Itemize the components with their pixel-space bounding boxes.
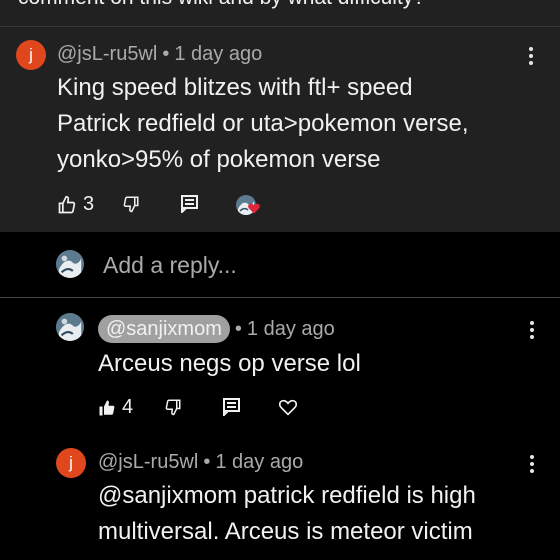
- timestamp: 1 day ago: [246, 318, 335, 340]
- author-name[interactable]: @jsL-ru5wl: [98, 451, 198, 473]
- comment-line: King speed blitzes with ftl+ speed: [57, 74, 413, 101]
- comment-thread-top: comment on this wiki and by what difficu…: [0, 0, 560, 232]
- thumbs-up-icon: [58, 195, 76, 213]
- avatar-wave-icon: [56, 250, 84, 278]
- reply-button[interactable]: [223, 398, 240, 416]
- comment-text: Arceus negs op verse lol: [98, 346, 361, 382]
- reply-icon: [181, 195, 198, 213]
- like-count: 3: [83, 193, 95, 215]
- comment-text: King speed blitzes with ftl+ speed Patri…: [57, 70, 469, 178]
- previous-comment-text: comment on this wiki and by what difficu…: [18, 0, 425, 10]
- heart-button[interactable]: [278, 398, 298, 416]
- comment-line: Patrick redfield or uta>pokemon verse,: [57, 110, 469, 137]
- divider: [0, 26, 560, 27]
- author-name-chip[interactable]: @sanjixmom: [98, 315, 230, 343]
- avatar[interactable]: j: [56, 448, 86, 478]
- more-vert-icon[interactable]: [530, 455, 536, 476]
- separator: •: [203, 451, 211, 473]
- avatar[interactable]: j: [16, 40, 46, 70]
- separator: •: [234, 318, 242, 340]
- comment-meta: @jsL-ru5wl • 1 day ago: [57, 43, 262, 66]
- more-vert-icon[interactable]: [530, 321, 536, 342]
- heart-badge-icon: [248, 203, 260, 214]
- heart-icon: [278, 399, 298, 416]
- comment-line: @sanjixmom patrick redfield is high: [98, 482, 476, 509]
- thumbs-down-icon: [165, 399, 181, 416]
- dislike-button[interactable]: [164, 398, 182, 416]
- reply-icon: [223, 398, 240, 416]
- comment-meta: @sanjixmom • 1 day ago: [98, 315, 335, 343]
- like-count: 4: [122, 396, 134, 418]
- dislike-button[interactable]: [122, 195, 140, 213]
- author-name[interactable]: @jsL-ru5wl: [57, 43, 157, 65]
- reply-input[interactable]: Add a reply...: [103, 252, 237, 279]
- comment-text: @sanjixmom patrick redfield is high mult…: [98, 478, 476, 550]
- comment-meta: @jsL-ru5wl • 1 day ago: [98, 451, 303, 474]
- comment-line: multiversal. Arceus is meteor victim: [98, 518, 473, 545]
- avatar: [56, 250, 84, 278]
- more-vert-icon[interactable]: [529, 47, 535, 68]
- like-button[interactable]: 3: [57, 193, 94, 216]
- timestamp: 1 day ago: [215, 451, 304, 473]
- timestamp: 1 day ago: [174, 43, 263, 65]
- replies-list: @sanjixmom • 1 day ago Arceus negs op vers…: [0, 298, 560, 560]
- separator: •: [162, 43, 170, 65]
- thumbs-down-icon: [123, 196, 139, 213]
- reply-button[interactable]: [181, 195, 198, 213]
- thumbs-up-filled-icon: [99, 400, 115, 415]
- comment-line: yonko>95% of pokemon verse: [57, 146, 381, 173]
- reply-composer: Add a reply...: [0, 232, 560, 298]
- avatar[interactable]: [56, 313, 84, 341]
- avatar-wave-icon: [56, 313, 84, 341]
- comment-line: Arceus negs op verse lol: [98, 350, 361, 377]
- like-button[interactable]: 4: [98, 396, 133, 419]
